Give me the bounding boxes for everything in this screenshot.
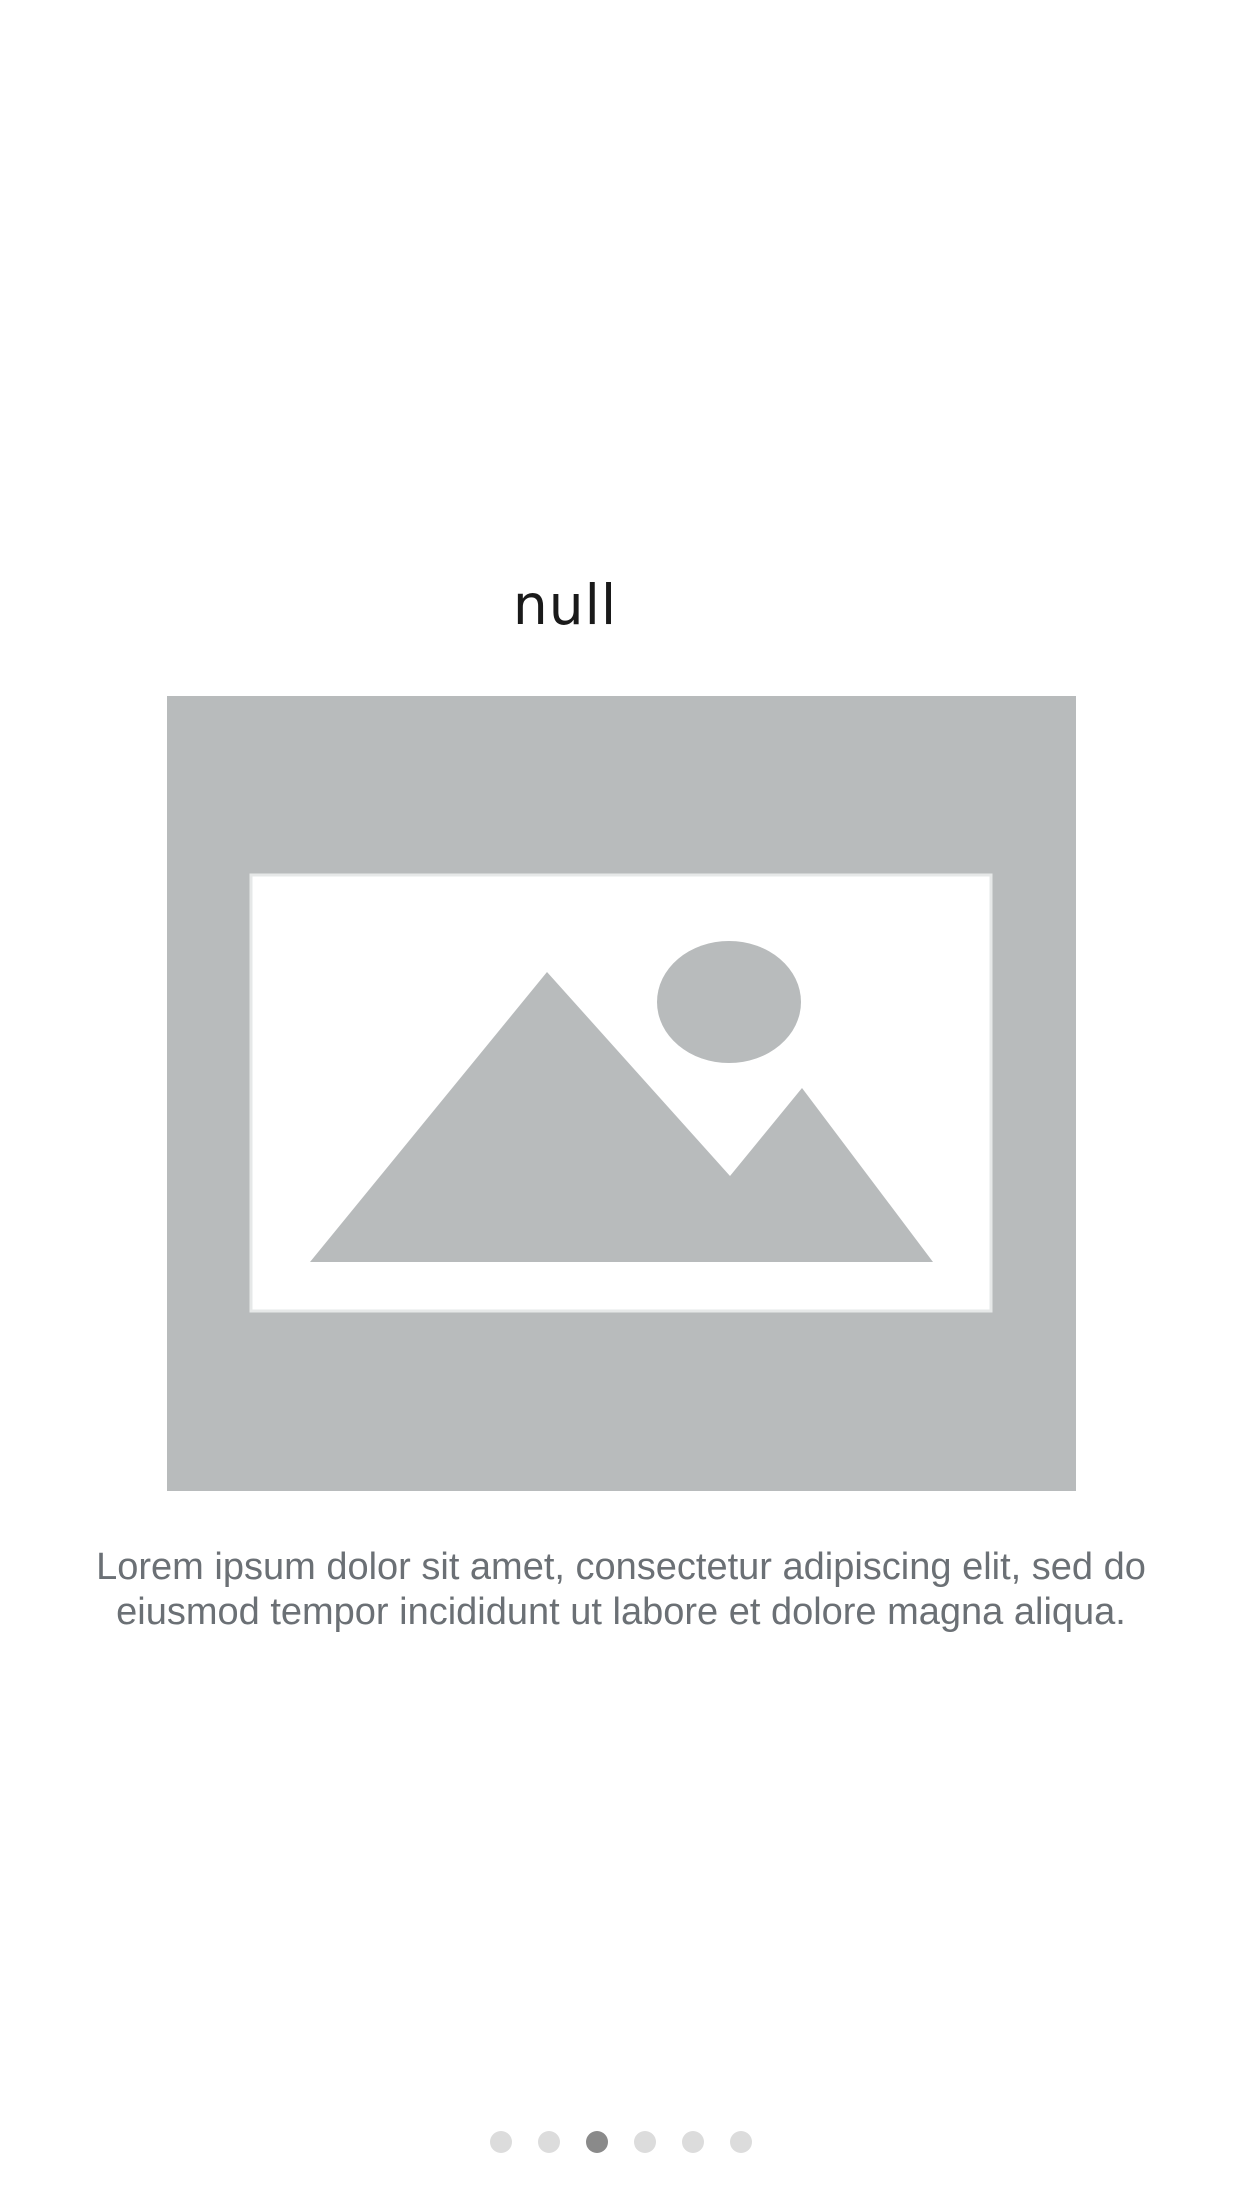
page-dot-4[interactable] [634, 2131, 656, 2153]
page-dot-1[interactable] [490, 2131, 512, 2153]
page-dot-2[interactable] [538, 2131, 560, 2153]
onboarding-description: Lorem ipsum dolor sit amet, consectetur … [96, 1546, 1146, 1633]
page-title: null [512, 573, 618, 637]
page-dot-5[interactable] [682, 2131, 704, 2153]
image-placeholder [167, 696, 1076, 1491]
page-dot-6[interactable] [730, 2131, 752, 2153]
page-indicator [0, 2130, 1242, 2154]
onboarding-screen: null Lorem ipsum dolor sit amet, consect… [0, 0, 1242, 2208]
image-placeholder-icon [249, 873, 993, 1313]
page-dot-3-active[interactable] [586, 2131, 608, 2153]
